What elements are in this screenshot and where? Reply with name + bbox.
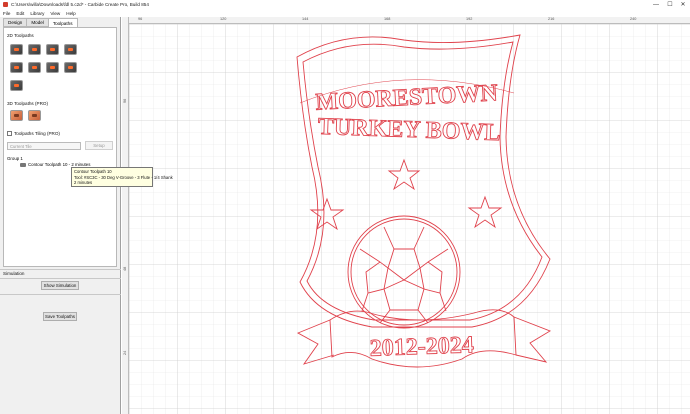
simulation-label: Simulation	[3, 271, 25, 276]
toolpaths-2d-label: 2D Toolpaths	[7, 33, 34, 38]
canvas-svg: MOORESTOWN TURKEY BOWL 2012-2024	[122, 17, 690, 414]
menu-file[interactable]: File	[3, 11, 10, 16]
tab-model[interactable]: Model	[26, 18, 49, 27]
app-icon	[3, 2, 8, 7]
toolpaths-panel: 2D Toolpaths 3D Toolpaths (PRO) Toolpath…	[3, 27, 117, 267]
section-divider	[0, 269, 121, 270]
pocket-toolpath-button[interactable]	[28, 44, 41, 55]
window-title: C:\Users\willa\Downloads\fdl 5.c2d* - Ca…	[11, 2, 149, 7]
simulation-divider	[0, 278, 121, 279]
ruler-top-tick: 168	[384, 17, 391, 21]
title-bar: C:\Users\willa\Downloads\fdl 5.c2d* - Ca…	[0, 0, 690, 9]
toolpaths-3d-label: 3D Toolpaths (PRO)	[7, 101, 49, 106]
menu-bar: File Edit Library View Help	[0, 9, 690, 17]
finish-3d-button[interactable]	[28, 110, 41, 121]
texture-toolpath-button[interactable]	[28, 62, 41, 73]
banner-text: 2012-2024	[369, 332, 474, 362]
design-canvas[interactable]: MOORESTOWN TURKEY BOWL 2012-2024	[122, 17, 690, 414]
tab-design[interactable]: Design	[3, 18, 28, 27]
ruler-top-tick: 216	[548, 17, 555, 21]
ruler-top-tick: 96	[138, 17, 143, 21]
setup-button[interactable]: Setup	[85, 141, 113, 150]
menu-edit[interactable]: Edit	[16, 11, 24, 16]
tooltip-time: 2 minutes	[74, 180, 93, 186]
chamfer-toolpath-button[interactable]	[46, 62, 59, 73]
menu-help[interactable]: Help	[66, 11, 75, 16]
rough-3d-button[interactable]	[10, 110, 23, 121]
group-label: Group 1	[7, 156, 23, 161]
close-button[interactable]: ✕	[677, 0, 689, 9]
ruler-left-tick: 24	[123, 350, 127, 355]
ruler-left-tick: 48	[123, 266, 127, 271]
drill-toolpath-button[interactable]	[46, 44, 59, 55]
thread-toolpath-button[interactable]	[64, 62, 77, 73]
ruler-left-tick: 96	[123, 98, 127, 103]
ruler-top-tick: 192	[466, 17, 473, 21]
current-tile-select[interactable]: Current Tile	[7, 142, 81, 150]
vcarve-toolpath-button[interactable]	[64, 44, 77, 55]
ruler-top-tick: 120	[220, 17, 227, 21]
maximize-button[interactable]: ☐	[664, 0, 676, 9]
save-divider	[0, 294, 121, 295]
left-ruler: 96 72 48 24	[122, 17, 129, 414]
sidebar: Design Model Toolpaths 2D Toolpaths 3D T…	[0, 17, 121, 414]
toolpath-tooltip: Contour Toolpath 10 Tool: #SC3C - 30 Deg…	[71, 167, 173, 187]
ruler-top-tick: 240	[630, 17, 637, 21]
menu-library[interactable]: Library	[30, 11, 44, 16]
save-toolpaths-button[interactable]: Save Toolpaths	[43, 312, 77, 321]
current-tile-label: Current Tile	[10, 143, 32, 149]
inlay-toolpath-button[interactable]	[10, 80, 23, 91]
menu-view[interactable]: View	[50, 11, 60, 16]
tiling-checkbox[interactable]	[7, 131, 12, 136]
ruler-top-tick: 144	[302, 17, 309, 21]
tiling-label: Toolpaths Tiling (PRO)	[14, 131, 60, 136]
show-simulation-button[interactable]: Show Simulation	[41, 281, 79, 290]
advanced-vcarve-button[interactable]	[10, 62, 23, 73]
group-row[interactable]: Group 1	[7, 156, 23, 161]
minimize-button[interactable]: —	[650, 0, 662, 9]
top-ruler: 96 120 144 168 192 216 240	[122, 17, 690, 24]
toolpath-icon	[20, 162, 26, 167]
contour-toolpath-button[interactable]	[10, 44, 23, 55]
